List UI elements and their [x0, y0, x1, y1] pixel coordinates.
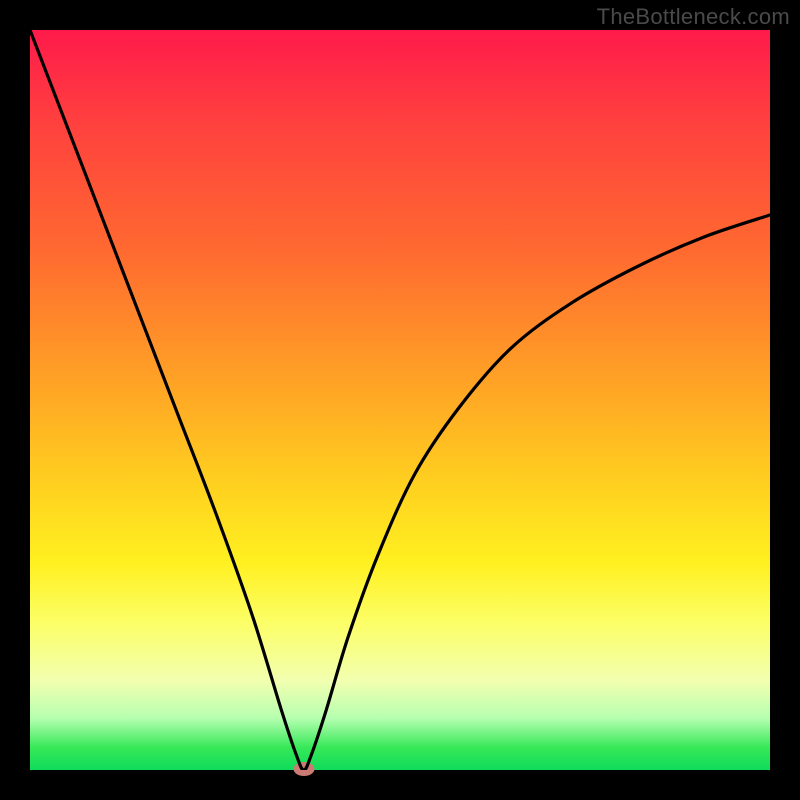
watermark-text: TheBottleneck.com	[597, 4, 790, 30]
plot-area	[30, 30, 770, 770]
bottleneck-curve	[30, 30, 770, 770]
chart-frame: TheBottleneck.com	[0, 0, 800, 800]
